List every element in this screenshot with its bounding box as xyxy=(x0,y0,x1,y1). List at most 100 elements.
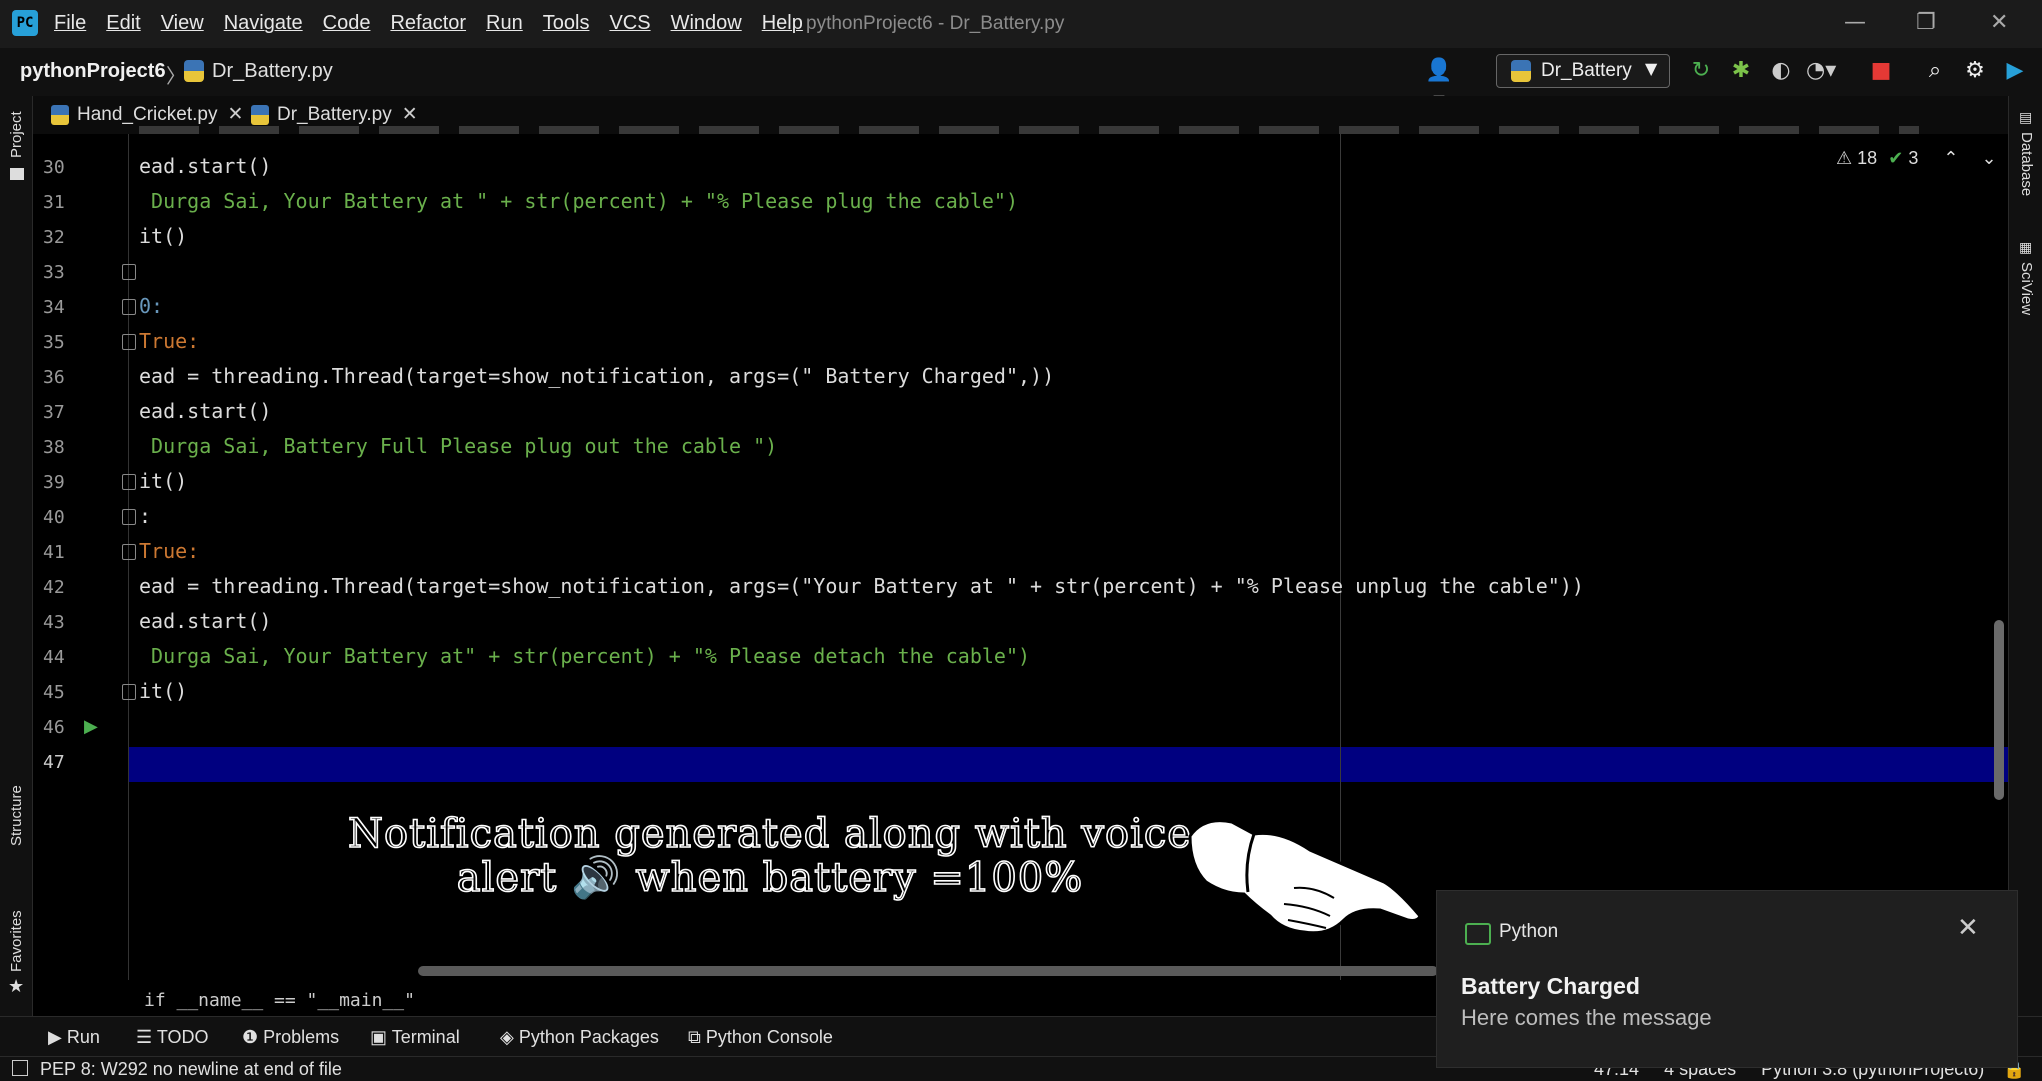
project-tool-label[interactable]: Project xyxy=(8,111,25,158)
clipped-code-line xyxy=(139,126,1919,134)
toggle-tool-windows-icon[interactable] xyxy=(12,1060,28,1076)
system-notification[interactable]: Python ✕ Battery Charged Here comes the … xyxy=(1436,890,2018,1068)
breadcrumb-file[interactable]: Dr_Battery.py xyxy=(212,60,333,83)
python-console-icon: ⧉ xyxy=(688,1027,706,1047)
folder-icon[interactable] xyxy=(10,168,24,180)
code-line[interactable]: Durga Sai, Battery Full Please plug out … xyxy=(139,434,777,458)
fold-marker-icon[interactable] xyxy=(122,509,136,525)
fold-marker-icon[interactable] xyxy=(122,474,136,490)
terminal-tool-button[interactable]: ▣ Terminal xyxy=(370,1027,460,1048)
fold-marker-icon[interactable] xyxy=(122,299,136,315)
menu-run[interactable]: Run xyxy=(486,12,523,35)
line-number: 35 xyxy=(43,332,65,353)
problems-tool-button[interactable]: ❶ Problems xyxy=(242,1027,339,1048)
caption-line-2: alert 🔊 when battery =100% xyxy=(330,855,1210,901)
database-tool-label[interactable]: Database xyxy=(2018,132,2035,196)
run-configuration-select[interactable]: Dr_Battery ▼ xyxy=(1496,54,1670,88)
title-bar: PC File Edit View Navigate Code Refactor… xyxy=(0,0,2042,48)
debug-icon[interactable]: ✱ xyxy=(1726,56,1756,86)
next-highlight-icon[interactable]: ⌄ xyxy=(1981,148,1996,168)
star-icon[interactable]: ★ xyxy=(8,976,24,997)
close-window-icon[interactable]: ✕ xyxy=(1990,10,2008,35)
code-line[interactable]: ead.start() xyxy=(139,154,271,178)
menu-edit[interactable]: Edit xyxy=(106,12,140,35)
caption-line-2a: alert xyxy=(456,855,558,901)
caption-line-2b: when battery =100% xyxy=(635,855,1084,901)
restore-icon[interactable]: ❐ xyxy=(1916,10,1936,35)
run-icon: ▶ xyxy=(48,1027,67,1047)
line-number: 38 xyxy=(43,437,65,458)
python-app-icon xyxy=(1465,923,1491,945)
left-tool-strip: Project Structure Favorites ★ xyxy=(0,96,33,1016)
settings-gear-icon[interactable]: ⚙ xyxy=(1960,56,1990,86)
menu-refactor[interactable]: Refactor xyxy=(390,12,466,35)
code-breadcrumb[interactable]: if __name__ == "__main__" xyxy=(144,990,415,1011)
fold-marker-icon[interactable] xyxy=(122,684,136,700)
status-message: PEP 8: W292 no newline at end of file xyxy=(40,1059,342,1079)
code-line[interactable]: ead.start() xyxy=(139,399,271,423)
tab-label: Hand_Cricket.py xyxy=(77,104,218,125)
fold-marker-icon[interactable] xyxy=(122,544,136,560)
code-line[interactable]: : xyxy=(139,504,151,528)
minimize-icon[interactable]: — xyxy=(1844,10,1866,35)
line-number: 45 xyxy=(43,682,65,703)
tool-label: Python Packages xyxy=(518,1027,659,1047)
code-line[interactable]: it() xyxy=(139,469,187,493)
code-line[interactable]: True: xyxy=(139,539,199,563)
menu-file[interactable]: File xyxy=(54,12,86,35)
inspection-widget[interactable]: ⚠ 18 ✔ 3 ⌃ ⌄ xyxy=(1836,148,1997,169)
run-gutter-icon[interactable]: ▶ xyxy=(84,716,98,737)
python-file-icon xyxy=(184,60,204,82)
favorites-tool-label[interactable]: Favorites xyxy=(8,910,25,972)
code-line[interactable]: True: xyxy=(139,329,199,353)
line-number: 44 xyxy=(43,647,65,668)
vertical-scrollbar[interactable] xyxy=(1994,620,2004,800)
run-tool-button[interactable]: ▶ Run xyxy=(48,1027,100,1048)
menu-tools[interactable]: Tools xyxy=(543,12,590,35)
list-icon: ☰ xyxy=(136,1027,157,1047)
user-icon[interactable]: 👤▾ xyxy=(1424,56,1454,113)
code-line[interactable]: ead = threading.Thread(target=show_notif… xyxy=(139,364,1054,388)
updates-icon[interactable]: ▶ xyxy=(2000,56,2030,86)
menu-navigate[interactable]: Navigate xyxy=(224,12,303,35)
code-line[interactable]: Durga Sai, Your Battery at" + str(percen… xyxy=(139,644,1030,668)
search-icon[interactable]: ⌕ xyxy=(1920,56,1950,86)
database-icon[interactable]: ▤ xyxy=(2019,110,2032,126)
menu-vcs[interactable]: VCS xyxy=(609,12,650,35)
python-console-tool-button[interactable]: ⧉ Python Console xyxy=(688,1027,833,1048)
rerun-icon[interactable]: ↻ xyxy=(1686,56,1716,86)
code-line[interactable]: ead.start() xyxy=(139,609,271,633)
tool-label: Problems xyxy=(263,1027,340,1047)
menu-window[interactable]: Window xyxy=(671,12,742,35)
code-line[interactable]: 0: xyxy=(139,294,163,318)
close-tab-icon[interactable]: ✕ xyxy=(227,104,243,125)
code-line[interactable]: Durga Sai, Your Battery at " + str(perce… xyxy=(139,189,1018,213)
breadcrumb-project[interactable]: pythonProject6 xyxy=(20,60,166,83)
profile-icon[interactable]: ◔▾ xyxy=(1806,56,1836,86)
fold-marker-icon[interactable] xyxy=(122,264,136,280)
code-line[interactable]: ead = threading.Thread(target=show_notif… xyxy=(139,574,1584,598)
sciview-icon[interactable]: ▦ xyxy=(2019,240,2032,256)
notification-title: Battery Charged xyxy=(1461,973,1640,999)
code-line[interactable]: it() xyxy=(139,224,187,248)
structure-tool-label[interactable]: Structure xyxy=(8,785,25,846)
close-tab-icon[interactable]: ✕ xyxy=(402,104,418,125)
terminal-icon: ▣ xyxy=(370,1027,392,1047)
stop-icon[interactable]: ■ xyxy=(1866,56,1896,86)
sciview-tool-label[interactable]: SciView xyxy=(2018,262,2035,315)
python-config-icon xyxy=(1511,60,1531,82)
menu-help[interactable]: Help xyxy=(762,12,803,35)
todo-tool-button[interactable]: ☰ TODO xyxy=(136,1027,208,1048)
horizontal-scrollbar[interactable] xyxy=(418,966,1438,976)
ok-count: 3 xyxy=(1908,148,1919,168)
python-packages-tool-button[interactable]: ◈ Python Packages xyxy=(500,1027,659,1048)
notification-close-icon[interactable]: ✕ xyxy=(1957,913,1979,943)
pycharm-logo-icon: PC xyxy=(12,10,38,36)
coverage-icon[interactable]: ◐ xyxy=(1766,56,1796,86)
menu-view[interactable]: View xyxy=(161,12,204,35)
previous-highlight-icon[interactable]: ⌃ xyxy=(1943,148,1958,168)
line-number: 42 xyxy=(43,577,65,598)
code-line[interactable]: it() xyxy=(139,679,187,703)
fold-marker-icon[interactable] xyxy=(122,334,136,350)
menu-code[interactable]: Code xyxy=(323,12,371,35)
